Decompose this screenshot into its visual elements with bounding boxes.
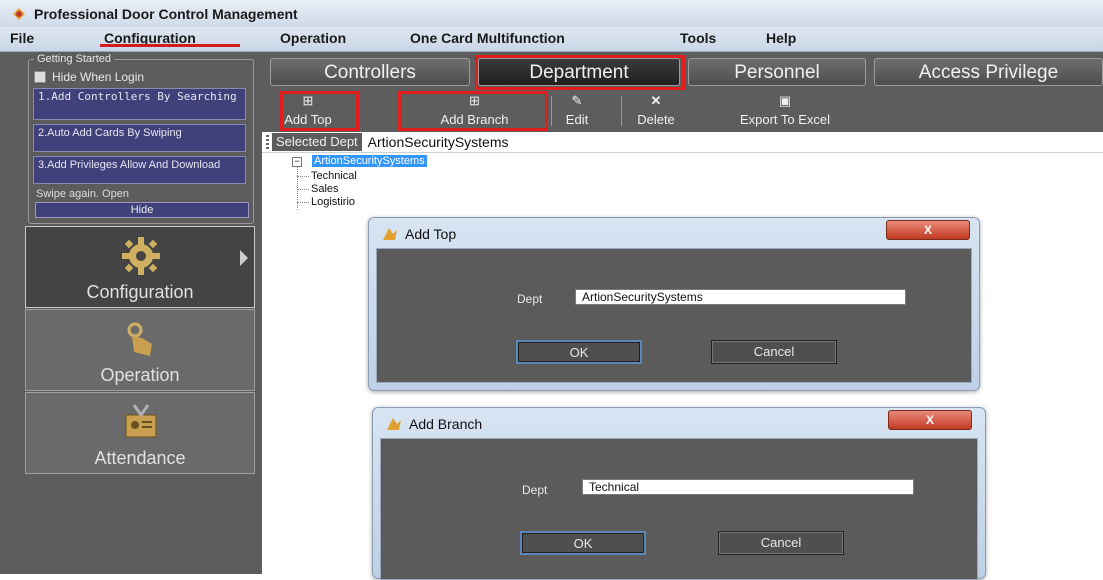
nav-configuration-label: Configuration xyxy=(86,282,194,302)
add-top-button[interactable]: ⊞ Add Top xyxy=(268,93,348,129)
window-title: Professional Door Control Management xyxy=(34,5,298,22)
tree-node-label: Sales xyxy=(311,183,339,195)
selected-dept-value: ArtionSecuritySystems xyxy=(367,134,509,150)
step-add-privileges-button[interactable]: 3.Add Privileges Allow And Download xyxy=(33,156,246,184)
selected-dept-label: Selected Dept xyxy=(272,133,362,151)
toolbar-separator xyxy=(551,96,552,126)
add-top-close-button[interactable]: X xyxy=(886,220,970,240)
add-branch-icon: ⊞ xyxy=(469,93,480,108)
getting-started-legend: Getting Started xyxy=(34,53,114,65)
add-branch-ok-button[interactable]: OK xyxy=(520,531,646,555)
tab-personnel[interactable]: Personnel xyxy=(688,58,866,86)
tab-controllers[interactable]: Controllers xyxy=(270,58,470,86)
grip-handle xyxy=(266,135,269,149)
nav-operation[interactable]: Operation xyxy=(25,309,255,391)
checkbox-icon[interactable] xyxy=(34,71,46,83)
step-add-controllers-button[interactable]: 1.Add Controllers By Searching xyxy=(33,88,246,120)
hide-button[interactable]: Hide xyxy=(35,202,249,218)
export-to-excel-button[interactable]: ▣ Export To Excel xyxy=(710,93,860,129)
menu-operation[interactable]: Operation xyxy=(280,30,346,46)
tree-node-logistirio[interactable]: Logistirio xyxy=(297,196,355,208)
nav-operation-label: Operation xyxy=(100,365,180,385)
add-top-dialog-title: Add Top xyxy=(405,226,457,242)
delete-x-icon: ✕ xyxy=(650,93,662,108)
export-to-excel-label: Export To Excel xyxy=(739,112,831,127)
swipe-again-text: Swipe again. Open xyxy=(36,188,129,200)
add-branch-close-button[interactable]: X xyxy=(888,410,972,430)
hand-pointer-icon xyxy=(127,322,152,356)
excel-icon: ▣ xyxy=(778,93,792,108)
app-logo-icon xyxy=(13,7,25,20)
tree-node-technical[interactable]: Technical xyxy=(297,170,357,182)
tab-access-privilege[interactable]: Access Privilege xyxy=(874,58,1103,86)
add-branch-dialog-title: Add Branch xyxy=(409,416,483,432)
tree-node-label: Technical xyxy=(311,170,357,182)
menu-tools[interactable]: Tools xyxy=(680,30,716,46)
menu-help[interactable]: Help xyxy=(766,30,796,46)
add-top-dialog-body: Dept OK Cancel xyxy=(376,248,972,383)
hide-when-login-checkbox[interactable]: Hide When Login xyxy=(34,70,144,84)
toolbar-separator xyxy=(621,96,622,126)
hide-when-login-label: Hide When Login xyxy=(52,70,145,84)
delete-label: Delete xyxy=(637,112,675,127)
nav-attendance[interactable]: Attendance xyxy=(25,392,255,474)
nav-attendance-label: Attendance xyxy=(94,448,186,468)
step-auto-add-cards-button[interactable]: 2.Auto Add Cards By Swiping xyxy=(33,124,246,152)
tab-department[interactable]: Department xyxy=(478,58,680,86)
add-branch-cancel-button[interactable]: Cancel xyxy=(718,531,844,555)
menu-file[interactable]: File xyxy=(10,30,34,46)
add-branch-dept-input[interactable] xyxy=(582,479,914,495)
add-branch-dialog: Add Branch X Dept OK Cancel xyxy=(372,407,986,580)
dialog-app-icon xyxy=(383,228,397,240)
attendance-icon xyxy=(125,404,157,438)
add-top-ok-button[interactable]: OK xyxy=(516,340,642,364)
dialog-app-icon xyxy=(387,418,401,430)
add-top-dialog: Add Top X Dept OK Cancel xyxy=(368,217,980,391)
menu-bar: File Configuration Operation One Card Mu… xyxy=(0,27,1103,52)
add-branch-dialog-body: Dept OK Cancel xyxy=(380,438,978,580)
add-top-cancel-button[interactable]: Cancel xyxy=(711,340,837,364)
add-branch-label: Add Branch xyxy=(440,112,509,127)
delete-button[interactable]: ✕ Delete xyxy=(626,93,686,129)
title-bar: Professional Door Control Management xyxy=(0,0,1103,28)
add-top-dept-input[interactable] xyxy=(575,289,906,305)
configuration-menu-highlight xyxy=(100,44,240,47)
tree-node-label: Logistirio xyxy=(311,196,356,208)
add-top-icon: ⊞ xyxy=(302,93,314,108)
gear-icon xyxy=(122,237,160,275)
add-top-label: Add Top xyxy=(284,112,332,127)
tree-node-sales[interactable]: Sales xyxy=(297,183,339,195)
add-branch-button[interactable]: ⊞ Add Branch xyxy=(407,93,542,129)
tree-root-node[interactable]: ArtionSecuritySystems xyxy=(312,155,427,167)
pencil-icon: ✎ xyxy=(571,93,583,108)
edit-button[interactable]: ✎ Edit xyxy=(556,93,598,129)
menu-one-card-multifunction[interactable]: One Card Multifunction xyxy=(410,30,565,46)
edit-label: Edit xyxy=(565,112,589,127)
nav-active-arrow xyxy=(240,250,248,266)
dept-label: Dept xyxy=(517,292,543,306)
selected-dept-bar: Selected Dept ArtionSecuritySystems xyxy=(262,132,1103,153)
nav-configuration[interactable]: Configuration xyxy=(25,226,255,308)
dept-label: Dept xyxy=(522,483,548,497)
